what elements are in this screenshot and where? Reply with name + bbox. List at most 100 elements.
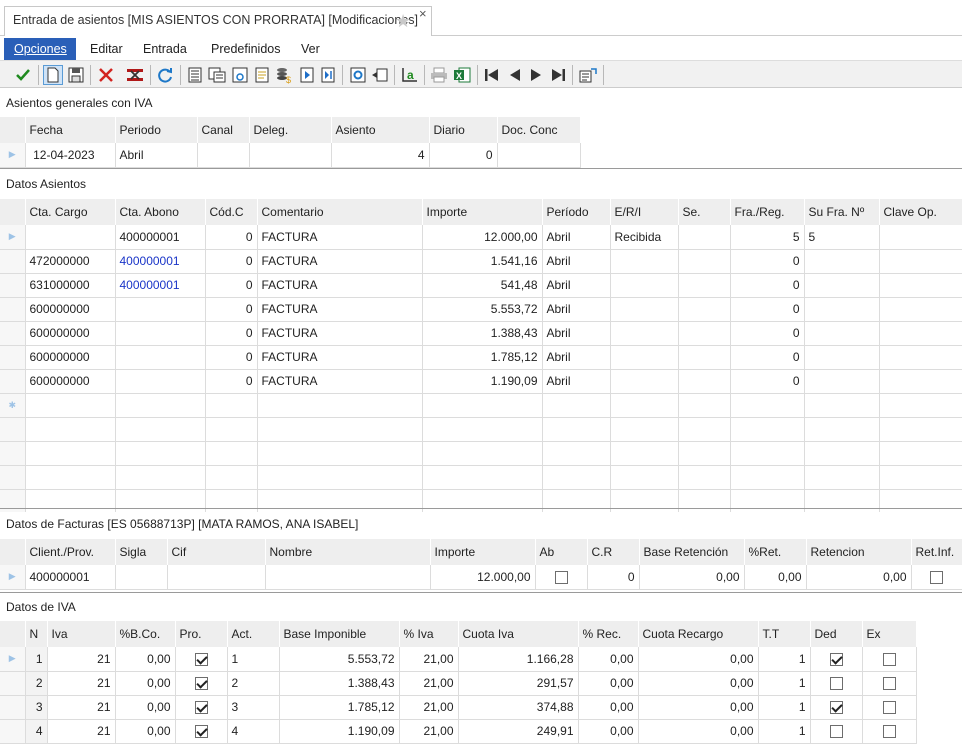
cell-iva[interactable]: 21 bbox=[47, 719, 116, 744]
empty-cell[interactable] bbox=[804, 489, 880, 514]
cell-n[interactable]: 1 bbox=[25, 647, 48, 672]
cell-ex[interactable] bbox=[862, 671, 917, 696]
cell-clave-op[interactable] bbox=[879, 273, 962, 298]
pro-checkbox[interactable] bbox=[194, 677, 208, 691]
empty-cell[interactable] bbox=[115, 465, 206, 490]
empty-cell[interactable] bbox=[25, 393, 116, 418]
empty-cell[interactable] bbox=[257, 393, 423, 418]
pro-checkbox[interactable] bbox=[194, 652, 208, 666]
cell-comentario[interactable]: FACTURA bbox=[257, 369, 423, 394]
empty-cell[interactable] bbox=[25, 465, 116, 490]
cell-fra-reg[interactable]: 0 bbox=[730, 297, 805, 322]
cell-importe[interactable]: 5.553,72 bbox=[422, 297, 543, 322]
cell-eri[interactable] bbox=[610, 273, 679, 298]
cell-ret-inf[interactable] bbox=[911, 565, 962, 590]
col-header-doc-conc[interactable]: Doc. Conc bbox=[497, 117, 581, 143]
col-header-deleg[interactable]: Deleg. bbox=[249, 117, 332, 143]
last-page-icon[interactable] bbox=[318, 65, 338, 85]
empty-cell[interactable] bbox=[804, 393, 880, 418]
table-row[interactable]: 600000000 0 FACTURA 5.553,72 Abril 0 bbox=[0, 297, 962, 322]
cell-periodo[interactable]: Abril bbox=[542, 273, 611, 298]
cell-deleg[interactable] bbox=[249, 143, 332, 168]
cell-asiento[interactable]: 4 bbox=[331, 143, 430, 168]
cell-eri[interactable] bbox=[610, 321, 679, 346]
col-header-nombre[interactable]: Nombre bbox=[265, 539, 431, 565]
cell-importe[interactable]: 12.000,00 bbox=[430, 565, 536, 590]
cell-clave-op[interactable] bbox=[879, 297, 962, 322]
empty-cell[interactable] bbox=[115, 417, 206, 442]
cell-rec[interactable]: 0,00 bbox=[578, 671, 639, 696]
col-header-n[interactable]: N bbox=[25, 621, 48, 647]
cell-pct-ret[interactable]: 0,00 bbox=[744, 565, 807, 590]
cell-periodo[interactable]: Abril bbox=[542, 369, 611, 394]
cell-fra-reg[interactable]: 0 bbox=[730, 249, 805, 274]
cell-importe[interactable]: 1.541,16 bbox=[422, 249, 543, 274]
cell-comentario[interactable]: FACTURA bbox=[257, 225, 423, 250]
ded-checkbox[interactable] bbox=[829, 652, 843, 666]
col-header-ret-inf[interactable]: Ret.Inf. bbox=[911, 539, 962, 565]
stack-money-icon[interactable]: $ bbox=[274, 65, 294, 85]
cell-ded[interactable] bbox=[810, 695, 863, 720]
cell-cliente-prov[interactable]: 400000001 bbox=[25, 565, 116, 590]
cell-piva[interactable]: 21,00 bbox=[399, 671, 459, 696]
col-header-cuota-recargo[interactable]: Cuota Recargo bbox=[638, 621, 759, 647]
cell-sigla[interactable] bbox=[115, 565, 168, 590]
cell-act[interactable]: 3 bbox=[227, 695, 280, 720]
cell-fra-reg[interactable]: 0 bbox=[730, 321, 805, 346]
cell-ex[interactable] bbox=[862, 695, 917, 720]
empty-cell[interactable] bbox=[115, 441, 206, 466]
text-format-icon[interactable]: a bbox=[400, 65, 420, 85]
cell-comentario[interactable]: FACTURA bbox=[257, 345, 423, 370]
cell-tt[interactable]: 1 bbox=[758, 647, 811, 672]
table-row[interactable]: ▶ 400000001 12.000,00 0 0,00 0,00 0,00 bbox=[0, 565, 962, 590]
cell-n[interactable]: 3 bbox=[25, 695, 48, 720]
empty-cell[interactable] bbox=[804, 441, 880, 466]
cell-se[interactable] bbox=[678, 321, 731, 346]
first-record-icon[interactable] bbox=[482, 65, 502, 85]
empty-cell[interactable] bbox=[542, 393, 611, 418]
previous-record-icon[interactable] bbox=[505, 65, 525, 85]
table-row[interactable]: 472000000 400000001 0 FACTURA 1.541,16 Abril 0 bbox=[0, 249, 962, 274]
cell-cuotarec[interactable]: 0,00 bbox=[638, 671, 759, 696]
cell-rec[interactable]: 0,00 bbox=[578, 695, 639, 720]
cell-clave-op[interactable] bbox=[879, 369, 962, 394]
cell-cuotarec[interactable]: 0,00 bbox=[638, 647, 759, 672]
menu-editar[interactable]: Editar bbox=[80, 38, 133, 60]
cell-su-fra[interactable] bbox=[804, 297, 880, 322]
col-header-pct-rec[interactable]: % Rec. bbox=[578, 621, 639, 647]
cell-eri[interactable] bbox=[610, 297, 679, 322]
cell-cta-cargo[interactable]: 600000000 bbox=[25, 321, 116, 346]
cell-base[interactable]: 1.388,43 bbox=[279, 671, 400, 696]
list-icon[interactable] bbox=[185, 65, 205, 85]
table-row[interactable]: 2 21 0,00 2 1.388,43 21,00 291,57 0,00 0,00 1 bbox=[0, 671, 917, 696]
empty-cell[interactable] bbox=[422, 489, 543, 514]
col-header-retencion[interactable]: Retencion bbox=[806, 539, 912, 565]
cell-comentario[interactable]: FACTURA bbox=[257, 249, 423, 274]
cell-iva[interactable]: 21 bbox=[47, 671, 116, 696]
cell-cod-c[interactable]: 0 bbox=[205, 273, 258, 298]
cell-tt[interactable]: 1 bbox=[758, 695, 811, 720]
cell-periodo[interactable]: Abril bbox=[542, 225, 611, 250]
cell-se[interactable] bbox=[678, 345, 731, 370]
empty-cell[interactable] bbox=[804, 417, 880, 442]
cell-cod-c[interactable]: 0 bbox=[205, 369, 258, 394]
col-header-clave-op[interactable]: Clave Op. bbox=[879, 199, 962, 225]
empty-cell[interactable] bbox=[542, 417, 611, 442]
cell-periodo[interactable]: Abril bbox=[542, 297, 611, 322]
empty-cell[interactable] bbox=[422, 465, 543, 490]
cell-cuotarec[interactable]: 0,00 bbox=[638, 719, 759, 744]
close-tab-icon[interactable]: × bbox=[419, 6, 427, 21]
table-row[interactable]: 4 21 0,00 4 1.190,09 21,00 249,91 0,00 0,00 1 bbox=[0, 719, 917, 744]
pro-checkbox[interactable] bbox=[194, 701, 208, 715]
table-row[interactable]: ▶ 400000001 0 FACTURA 12.000,00 Abril Recibida… bbox=[0, 225, 962, 250]
cell-diario[interactable]: 0 bbox=[429, 143, 498, 168]
table-row[interactable]: 631000000 400000001 0 FACTURA 541,48 Abril 0 bbox=[0, 273, 962, 298]
col-header-fra-reg[interactable]: Fra./Reg. bbox=[730, 199, 805, 225]
empty-cell[interactable] bbox=[257, 417, 423, 442]
new-document-icon[interactable] bbox=[43, 65, 63, 85]
empty-cell[interactable] bbox=[879, 489, 962, 514]
cell-se[interactable] bbox=[678, 225, 731, 250]
cell-cta-cargo[interactable]: 600000000 bbox=[25, 345, 116, 370]
col-header-pro[interactable]: Pro. bbox=[175, 621, 228, 647]
col-header-base-retencion[interactable]: Base Retención bbox=[639, 539, 745, 565]
